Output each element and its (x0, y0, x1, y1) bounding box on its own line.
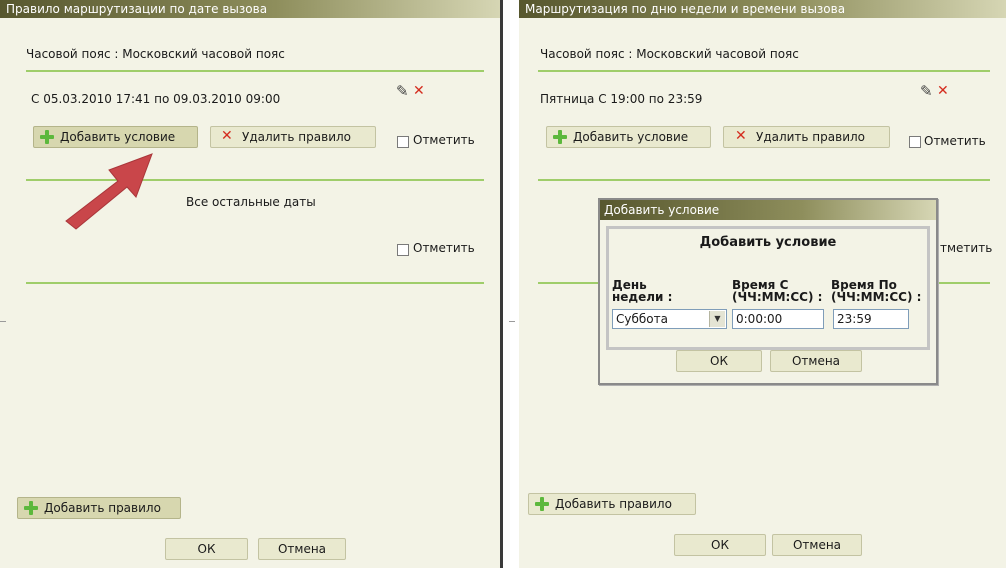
left-separator-3 (26, 282, 484, 284)
left-rule-actions: ✎ ✕ (396, 83, 430, 100)
chevron-down-icon[interactable]: ▼ (709, 311, 725, 327)
plus-icon (24, 501, 38, 515)
add-condition-button[interactable]: Добавить условие (33, 126, 198, 148)
mark-checkbox[interactable] (397, 136, 409, 148)
other-dates-label: Все остальные даты (186, 195, 316, 209)
ok-button[interactable]: ОК (165, 538, 248, 560)
dialog-title: Добавить условие (600, 200, 936, 220)
add-condition-label: Добавить условие (60, 130, 176, 144)
plus-icon (40, 130, 54, 144)
add-rule-label: Добавить правило (555, 497, 672, 511)
delete-rule-button[interactable]: ✕ Удалить правило (723, 126, 890, 148)
add-condition-dialog: Добавить условие Добавить условие День н… (598, 198, 938, 385)
pencil-icon[interactable]: ✎ (396, 84, 409, 99)
left-timezone-label: Часовой пояс : Московский часовой пояс (26, 47, 285, 61)
mark-label: Отметить (413, 133, 475, 147)
to-label-line2: (ЧЧ:ММ:СС) : (831, 290, 922, 304)
dialog-cancel-button[interactable]: Отмена (770, 350, 862, 372)
right-timezone-label: Часовой пояс : Московский часовой пояс (540, 47, 799, 61)
pencil-icon[interactable]: ✎ (920, 84, 933, 99)
left-rule-text: С 05.03.2010 17:41 по 09.03.2010 09:00 (31, 92, 281, 106)
day-label-line2: недели : (612, 290, 673, 304)
right-separator-2 (538, 179, 990, 181)
left-panel: Правило маршрутизации по дате вызова Час… (0, 0, 500, 568)
right-separator-1 (538, 70, 990, 72)
add-rule-button[interactable]: Добавить правило (528, 493, 696, 515)
right-panel-title: Маршрутизация по дню недели и времени вы… (519, 0, 1006, 18)
add-rule-button[interactable]: Добавить правило (17, 497, 181, 519)
right-rule-text: Пятница С 19:00 по 23:59 (540, 92, 703, 106)
cancel-button[interactable]: Отмена (772, 534, 862, 556)
plus-icon (553, 130, 567, 144)
ok-button[interactable]: ОК (674, 534, 766, 556)
delete-rule-label: Удалить правило (756, 130, 866, 144)
plus-icon (535, 497, 549, 511)
delete-x-icon: ✕ (735, 128, 747, 144)
add-condition-button[interactable]: Добавить условие (546, 126, 711, 148)
add-condition-label: Добавить условие (573, 130, 689, 144)
add-rule-label: Добавить правило (44, 501, 161, 515)
dialog-content: Добавить условие День недели : Время С (… (606, 226, 930, 350)
time-to-input[interactable]: 23:59 (833, 309, 909, 329)
mark-checkbox[interactable] (909, 136, 921, 148)
delete-x-icon: ✕ (221, 128, 233, 144)
delete-x-icon[interactable]: ✕ (413, 83, 425, 99)
red-arrow-annotation (65, 153, 153, 230)
mark-label-2: Отметить (413, 241, 475, 255)
dialog-ok-button[interactable]: ОК (676, 350, 762, 372)
mark-label-2: тметить (940, 241, 993, 255)
delete-rule-button[interactable]: ✕ Удалить правило (210, 126, 376, 148)
edge-tick (0, 321, 6, 322)
delete-rule-label: Удалить правило (242, 130, 352, 144)
panel-gap (503, 0, 519, 568)
right-rule-actions: ✎ ✕ (920, 83, 954, 100)
left-panel-title: Правило маршрутизации по дате вызова (0, 0, 500, 18)
dialog-heading: Добавить условие (699, 235, 837, 250)
day-select-value: Суббота (616, 312, 668, 326)
mark-checkbox-2[interactable] (397, 244, 409, 256)
left-separator-1 (26, 70, 484, 72)
from-label-line2: (ЧЧ:ММ:СС) : (732, 290, 823, 304)
mark-label: Отметить (924, 134, 986, 148)
delete-x-icon[interactable]: ✕ (937, 83, 949, 99)
day-select[interactable]: Суббота ▼ (612, 309, 727, 329)
time-from-input[interactable]: 0:00:00 (732, 309, 824, 329)
cancel-button[interactable]: Отмена (258, 538, 346, 560)
